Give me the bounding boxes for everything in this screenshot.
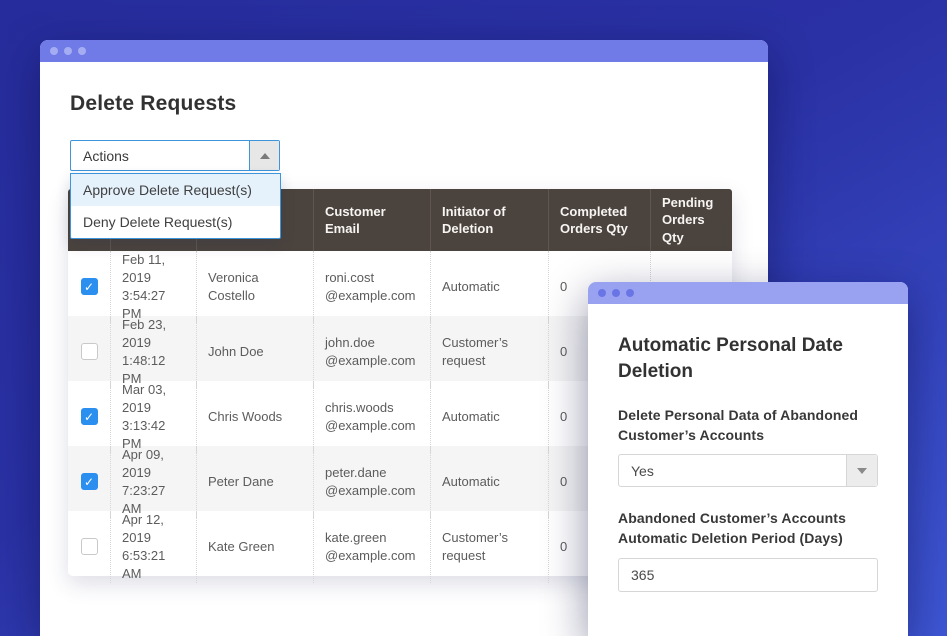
actions-dropdown-label: Actions	[71, 141, 249, 170]
caret-down-icon	[857, 468, 867, 474]
customer-email-cell: chris.woods@example.com	[313, 381, 430, 453]
customer-email-cell: roni.cost@example.com	[313, 251, 430, 323]
customer-email-cell: peter.dane@example.com	[313, 446, 430, 518]
row-checkbox[interactable]: ✓	[81, 473, 98, 490]
customer-name-cell: Peter Dane	[196, 446, 313, 518]
actions-dropdown-menu: Approve Delete Request(s) Deny Delete Re…	[70, 173, 281, 239]
delete-abandoned-accounts-select[interactable]: Yes	[618, 454, 878, 487]
requested-date-cell: Feb 23, 20191:48:12 PM	[110, 316, 196, 388]
window2-titlebar	[588, 282, 908, 304]
window-control-dot	[78, 47, 86, 55]
select-value: Yes	[619, 455, 846, 486]
actions-dropdown-toggle[interactable]	[249, 141, 279, 170]
requested-date-cell: Apr 09, 20197:23:27 AM	[110, 446, 196, 518]
column-header-initiator: Initiator of Deletion	[430, 189, 548, 251]
menu-item-deny-delete-requests[interactable]: Deny Delete Request(s)	[71, 206, 280, 238]
window1-titlebar	[40, 40, 768, 62]
deletion-period-input[interactable]	[618, 558, 878, 592]
initiator-cell: Automatic	[430, 446, 548, 518]
deletion-period-label: Abandoned Customer’s Accounts Automatic …	[618, 509, 878, 548]
delete-abandoned-accounts-label: Delete Personal Data of Abandoned Custom…	[618, 406, 878, 445]
customer-email-cell: kate.green@example.com	[313, 511, 430, 583]
window-control-dot	[50, 47, 58, 55]
column-header-customer-email: Customer Email	[313, 189, 430, 251]
auto-deletion-settings-window: Automatic Personal Date Deletion Delete …	[588, 282, 908, 636]
caret-up-icon	[260, 153, 270, 159]
customer-name-cell: Chris Woods	[196, 381, 313, 453]
customer-email-cell: john.doe@example.com	[313, 316, 430, 388]
column-header-pending-orders: Pending Orders Qty	[650, 189, 732, 251]
menu-item-approve-delete-requests[interactable]: Approve Delete Request(s)	[71, 174, 280, 206]
requested-date-cell: Apr 12, 20196:53:21 AM	[110, 511, 196, 583]
page-title: Delete Requests	[70, 92, 236, 116]
initiator-cell: Customer’s request	[430, 511, 548, 583]
window-control-dot	[626, 289, 634, 297]
row-checkbox[interactable]: ✓	[81, 343, 98, 360]
select-toggle[interactable]	[846, 455, 877, 486]
column-header-completed-orders: Completed Orders Qty	[548, 189, 650, 251]
customer-name-cell: John Doe	[196, 316, 313, 388]
initiator-cell: Customer’s request	[430, 316, 548, 388]
row-checkbox[interactable]: ✓	[81, 278, 98, 295]
initiator-cell: Automatic	[430, 251, 548, 323]
customer-name-cell: Veronica Costello	[196, 251, 313, 323]
window-control-dot	[598, 289, 606, 297]
initiator-cell: Automatic	[430, 381, 548, 453]
requested-date-cell: Mar 03, 20193:13:42 PM	[110, 381, 196, 453]
row-checkbox[interactable]: ✓	[81, 408, 98, 425]
customer-name-cell: Kate Green	[196, 511, 313, 583]
window-control-dot	[612, 289, 620, 297]
actions-dropdown-button[interactable]: Actions	[70, 140, 280, 171]
window-control-dot	[64, 47, 72, 55]
page-background: Delete Requests Actions Approve Delete R…	[0, 0, 947, 636]
panel-title: Automatic Personal Date Deletion	[618, 333, 878, 384]
requested-date-cell: Feb 11, 20193:54:27 PM	[110, 251, 196, 323]
row-checkbox[interactable]: ✓	[81, 538, 98, 555]
